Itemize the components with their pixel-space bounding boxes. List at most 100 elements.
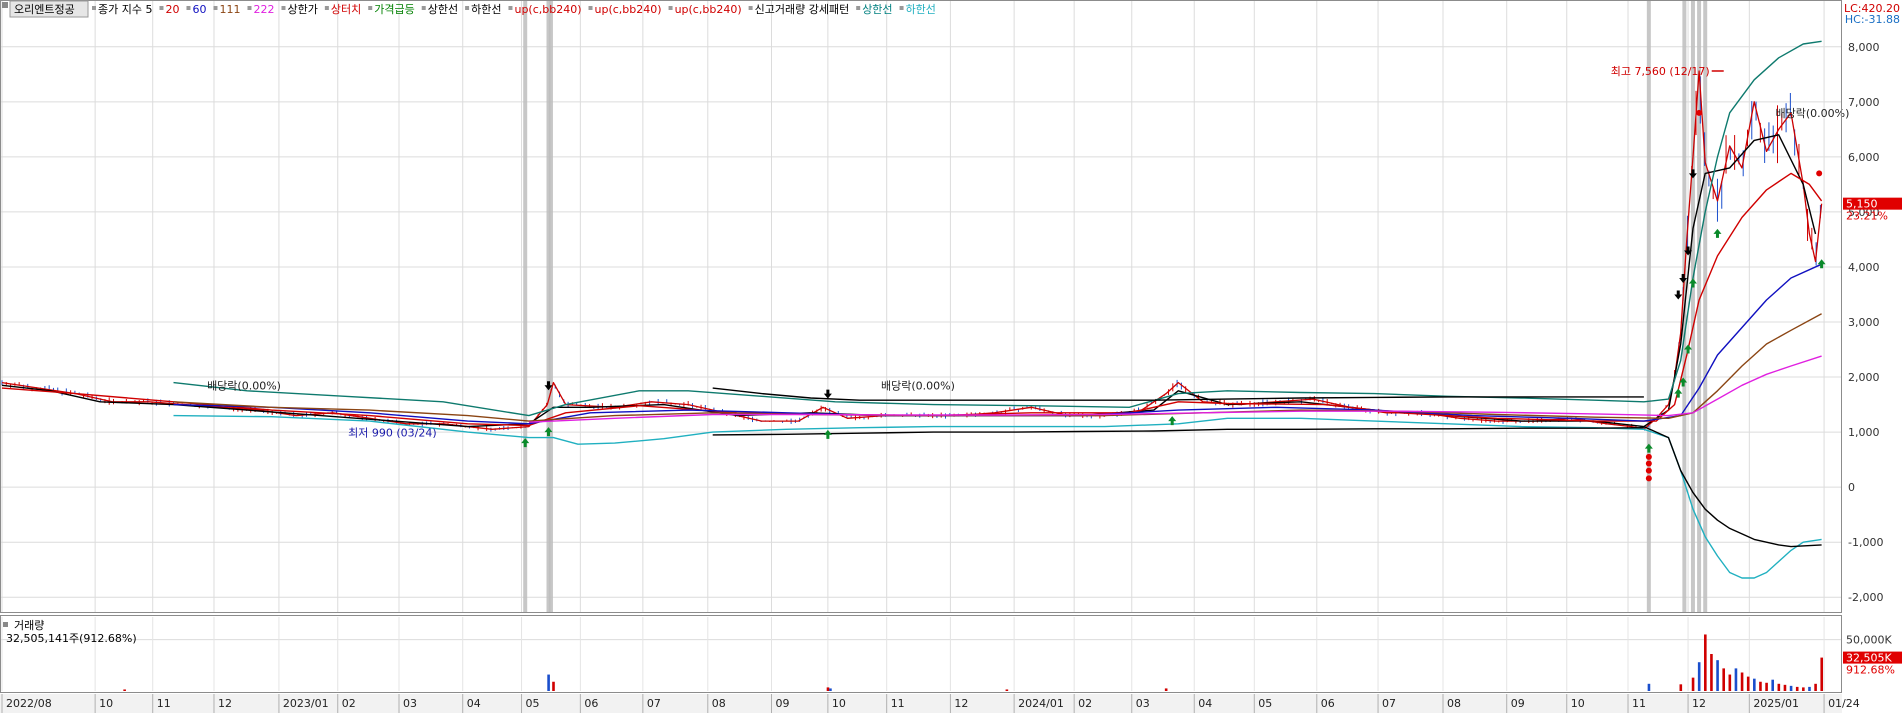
volume-bar [1759,681,1762,691]
legend-item: 상한가 [287,3,317,16]
price-tick-label: 4,000 [1848,261,1880,274]
event-marker-band [1646,1,1651,612]
legend-marker-icon [213,6,218,10]
legend-marker-icon [668,6,673,10]
time-axis: 2022/08 10 11 12 2023/01 02 03 04 05 06 07 08 09 10 11… [0,694,1860,713]
volume-title: 거래량 [14,619,44,632]
legend-item: 상한선 [862,3,892,16]
price-tick-label: 1,000 [1848,426,1880,439]
legend-item: 20 [165,3,179,16]
event-marker-band [523,1,528,612]
volume-bar [1802,687,1805,691]
legend-item: 가격급등 [374,3,414,16]
volume-bar [1771,679,1775,691]
time-axis-label: 03 [1136,697,1150,710]
time-axis-label: 12 [218,697,232,710]
legend-item: 111 [219,3,240,16]
dividend-label-1: 배당락(0.00%) [207,380,281,393]
time-axis-label: 05 [1258,697,1272,710]
time-axis-label: 01/24 [1828,697,1860,710]
signal-dot [1645,467,1652,474]
time-axis-label: 10 [99,697,113,710]
chart-background [0,0,1904,713]
time-axis-label: 06 [1321,697,1335,710]
volume-bar [826,687,830,691]
time-axis-label: 08 [712,697,726,710]
volume-bar [1716,660,1719,691]
volume-bar [1697,662,1701,691]
legend-marker-icon [899,6,904,10]
all-time-high-label: 최고 7,560 (12/17) [1611,65,1710,78]
legend-marker-icon [324,6,329,10]
legend-item: 상터치 [331,3,361,16]
time-axis-label: 09 [776,697,790,710]
legend-marker-icon [508,6,513,10]
event-marker-band [1690,1,1695,612]
price-tick-label: 3,000 [1848,316,1880,329]
signal-dot [1645,460,1652,467]
volume-bar [829,688,832,691]
time-axis-label: 12 [1692,697,1706,710]
legend-marker-icon [368,6,373,10]
volume-bar [1647,683,1651,691]
volume-bar [1777,683,1781,691]
signal-dot [1696,109,1703,116]
volume-bar [1740,672,1744,691]
dividend-label-2: 배당락(0.00%) [881,380,955,393]
time-axis-label: 2022/08 [6,697,52,710]
volume-bar [1679,684,1683,691]
last-price-change: 23.21% [1846,210,1888,223]
signal-dot [1816,170,1823,177]
volume-bar [1734,668,1738,691]
signal-dot [1645,475,1652,482]
volume-bar [1753,678,1756,691]
volume-bar [552,681,555,691]
volume-bar [1722,668,1725,691]
volume-bar [1814,683,1817,691]
volume-bar [1765,682,1768,691]
legend-item: up(c,bb240) [595,3,662,16]
price-tick-label: 6,000 [1848,151,1880,164]
price-tick-label: 7,000 [1848,96,1880,109]
legend-marker-icon [281,6,286,10]
all-time-low-label: 최저 990 (03/24) [348,427,437,440]
legend-marker-icon [159,6,164,10]
volume-bar [547,674,550,691]
legend-marker-icon [465,6,470,10]
time-axis-label: 03 [403,697,417,710]
volume-bar [1005,689,1009,691]
time-axis-label: 12 [954,697,968,710]
volume-bar [1691,677,1695,691]
price-tick-label: -1,000 [1848,536,1883,549]
legend-item: 상한선 [428,3,458,16]
time-axis-background [0,694,1842,713]
price-tick-label: 0 [1848,481,1855,494]
legend-item: 60 [192,3,206,16]
volume-bar [123,689,126,691]
volume-bar [1710,654,1713,691]
legend-checkbox-icon[interactable] [2,2,8,8]
price-tick-label: 8,000 [1848,41,1880,54]
event-marker-band [548,1,553,612]
legend-marker-icon [856,6,861,10]
signal-dot [1645,453,1652,460]
time-axis-label: 2024/01 [1018,697,1064,710]
time-axis-label: 02 [1078,697,1092,710]
time-axis-label: 04 [467,697,481,710]
time-axis-label: 07 [1382,697,1396,710]
volume-bar [1783,684,1787,691]
legend-marker-icon [421,6,426,10]
legend-marker-icon [92,6,96,10]
volume-checkbox-icon[interactable] [3,622,8,627]
dividend-label-3: 배당락(0.00%) [1775,107,1849,120]
time-axis-label: 02 [342,697,356,710]
time-axis-label: 05 [526,697,540,710]
volume-bar [1795,686,1799,691]
volume-bar [1789,685,1793,691]
legend-item: 신고거래량 강세패턴 [755,3,850,16]
time-axis-label: 2023/01 [283,697,329,710]
legend-item: up(c,bb240) [514,3,581,16]
volume-summary: 32,505,141주(912.68%) [6,632,137,645]
symbol-name: 오리엔트정공 [14,3,75,16]
stock-chart[interactable]: 배당락(0.00%) 배당락(0.00%) 배당락(0.00%) 최고 7,56… [0,0,1904,713]
